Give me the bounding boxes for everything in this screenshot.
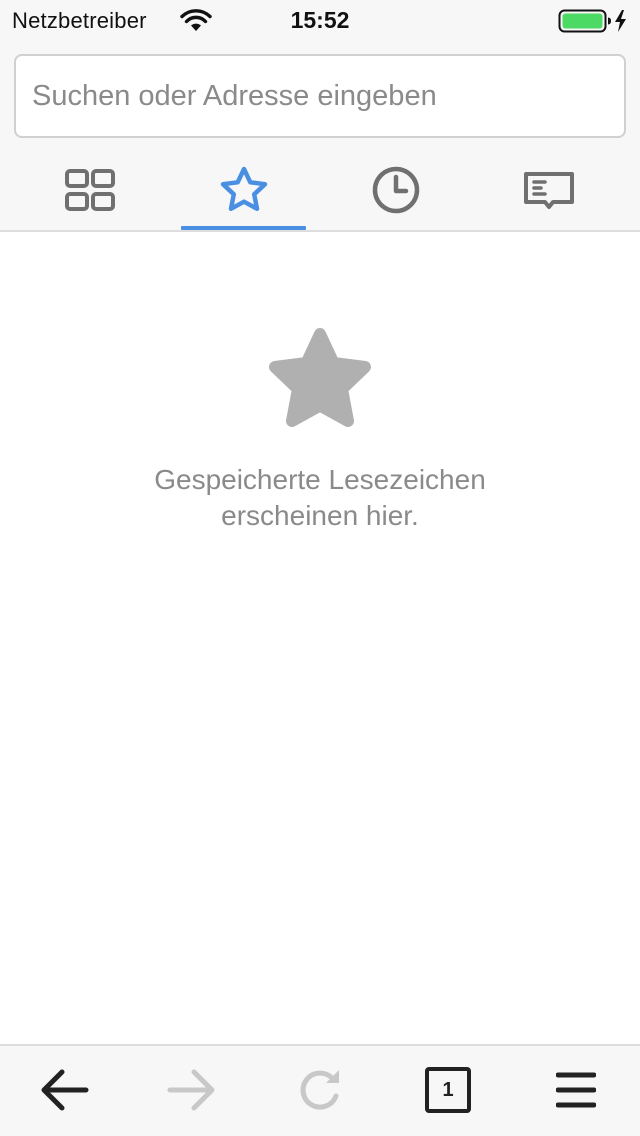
back-button[interactable] bbox=[32, 1058, 96, 1122]
browser-screen: Netzbetreiber 15:52 Suchen oder Adresse … bbox=[0, 0, 640, 1136]
search-input[interactable] bbox=[32, 56, 608, 136]
selected-tab-indicator bbox=[181, 226, 306, 230]
empty-state-message: Gespeicherte Lesezeichen erscheinen hier… bbox=[154, 464, 486, 531]
reading-list-book-icon bbox=[524, 172, 574, 209]
star-icon bbox=[269, 328, 371, 427]
forward-arrow-icon bbox=[167, 1069, 215, 1111]
tab-history[interactable] bbox=[316, 148, 476, 232]
bookmarks-star-icon bbox=[220, 166, 268, 212]
battery-icon bbox=[558, 9, 626, 33]
tab-bookmarks[interactable] bbox=[164, 148, 324, 232]
back-arrow-icon bbox=[41, 1069, 89, 1111]
tabs-button[interactable]: 1 bbox=[416, 1058, 480, 1122]
top-sites-grid-icon bbox=[65, 169, 115, 211]
reload-icon bbox=[300, 1070, 339, 1110]
status-bar: Netzbetreiber 15:52 bbox=[0, 0, 640, 40]
panel-tabs bbox=[0, 148, 640, 232]
header bbox=[0, 40, 640, 232]
tab-top-sites[interactable] bbox=[10, 148, 170, 232]
bottom-toolbar: 1 bbox=[0, 1044, 640, 1136]
tab-reading-list[interactable] bbox=[469, 148, 629, 232]
forward-button[interactable] bbox=[160, 1058, 224, 1122]
history-clock-icon bbox=[372, 166, 420, 214]
url-bar[interactable] bbox=[14, 54, 626, 138]
reload-button[interactable] bbox=[288, 1058, 352, 1122]
menu-icon bbox=[556, 1072, 596, 1108]
status-time: 15:52 bbox=[290, 7, 350, 33]
menu-button[interactable] bbox=[544, 1058, 608, 1122]
tabs-counter-icon: 1 bbox=[425, 1067, 471, 1113]
